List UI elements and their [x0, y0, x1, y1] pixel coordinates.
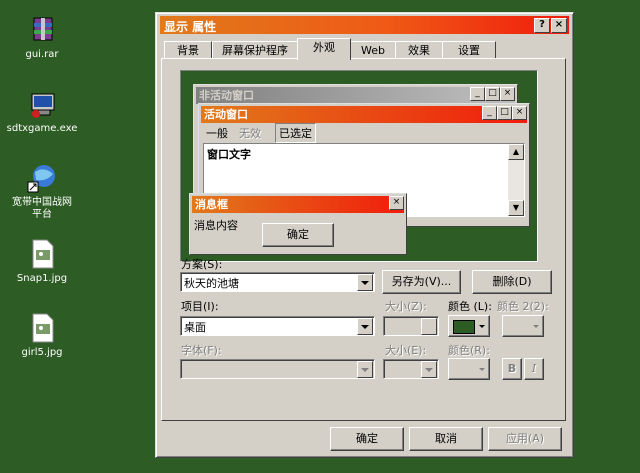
- preview-active-title: 活动窗口: [204, 108, 248, 121]
- preview-close-icon: ×: [512, 106, 527, 120]
- chevron-down-icon[interactable]: [357, 318, 373, 335]
- font-size-select[interactable]: [383, 359, 439, 379]
- application-icon: [26, 88, 58, 120]
- desktop-icon-broadband[interactable]: 宽带中国战网平台: [0, 162, 87, 221]
- apply-button[interactable]: 应用(A): [488, 427, 562, 451]
- scheme-select[interactable]: 秋天的池塘: [180, 272, 375, 292]
- preview-message-box[interactable]: 消息框 × 消息内容 确定: [189, 193, 407, 255]
- item-value: 桌面: [184, 321, 206, 334]
- font-color-label: 颜色(R):: [448, 344, 490, 357]
- scroll-down-icon: ▼: [508, 200, 524, 216]
- preview-close-icon: ×: [500, 87, 515, 101]
- preview-active-titlebar: 活动窗口: [201, 106, 527, 123]
- chevron-down-icon[interactable]: [357, 361, 373, 378]
- network-shortcut-icon: [26, 162, 58, 194]
- preview-msgbox-title: 消息框: [195, 198, 228, 211]
- italic-button[interactable]: I: [524, 358, 544, 380]
- desktop-icon-girl5[interactable]: girl5.jpg: [0, 312, 87, 359]
- preview-close-icon: ×: [389, 196, 404, 210]
- tab-web[interactable]: Web: [350, 41, 396, 59]
- tab-screensaver[interactable]: 屏幕保护程序: [212, 41, 298, 59]
- appearance-preview[interactable]: 非活动窗口 _ □ × 活动窗口 _ □ × 一般 无效 已选定 窗口文字 ▲ …: [180, 70, 538, 262]
- chevron-down-icon[interactable]: [357, 274, 373, 291]
- preview-msgbox-titlebar: 消息框: [192, 196, 404, 213]
- desktop-icon-sdtxgame[interactable]: sdtxgame.exe: [0, 88, 87, 135]
- cancel-button[interactable]: 取消: [409, 427, 483, 451]
- desktop-icon-label: 宽带中国战网平台: [12, 197, 72, 220]
- desktop-icon-label: gui.rar: [25, 49, 59, 60]
- item-select[interactable]: 桌面: [180, 316, 375, 336]
- scheme-label: 方案(S):: [181, 258, 223, 271]
- desktop-icon-label: sdtxgame.exe: [6, 123, 78, 134]
- ok-button[interactable]: 确定: [330, 427, 404, 451]
- chevron-down-icon: [533, 325, 539, 328]
- item-label: 项目(I):: [181, 300, 219, 313]
- close-button[interactable]: ×: [551, 18, 567, 33]
- spinner-icon: [421, 318, 437, 335]
- desktop-icon-label: Snap1.jpg: [16, 273, 68, 284]
- preview-maximize-icon: □: [497, 106, 512, 120]
- font-select[interactable]: [180, 359, 375, 379]
- item-color2-button[interactable]: [502, 315, 544, 337]
- window-title: 显示 属性: [164, 20, 217, 34]
- scroll-up-icon: ▲: [508, 144, 524, 160]
- bold-button[interactable]: B: [502, 358, 522, 380]
- font-color-button[interactable]: [448, 358, 490, 380]
- help-button[interactable]: ?: [534, 18, 550, 33]
- tab-appearance[interactable]: 外观: [297, 38, 351, 60]
- preview-maximize-icon: □: [485, 87, 500, 101]
- item-color2-label: 颜色 2(2):: [497, 300, 549, 313]
- tab-background[interactable]: 背景: [164, 41, 212, 59]
- item-size-spinner[interactable]: [383, 316, 439, 336]
- preview-msgbox-ok-button[interactable]: 确定: [262, 223, 334, 247]
- tab-settings[interactable]: 设置: [442, 41, 496, 59]
- preview-inactive-titlebar: 非活动窗口: [196, 87, 515, 104]
- tab-effects[interactable]: 效果: [395, 41, 443, 59]
- chevron-down-icon: [479, 368, 485, 371]
- desktop-icon-gui-rar[interactable]: gui.rar: [0, 14, 87, 61]
- preview-window-text: 窗口文字: [207, 148, 251, 161]
- preview-inactive-title: 非活动窗口: [199, 89, 254, 102]
- item-size-label: 大小(Z):: [385, 300, 427, 313]
- preview-msgbox-text: 消息内容: [194, 219, 238, 232]
- preview-minimize-icon: _: [482, 106, 497, 120]
- color-swatch: [453, 320, 475, 334]
- preview-minimize-icon: _: [470, 87, 485, 101]
- font-size-label: 大小(E):: [385, 344, 427, 357]
- archive-icon: [26, 14, 58, 46]
- item-color-button[interactable]: [448, 315, 490, 337]
- image-file-icon: [26, 312, 58, 344]
- item-color-label: 颜色 (L):: [448, 300, 492, 313]
- preview-menu-disabled: 无效: [239, 127, 261, 140]
- desktop-icon-label: girl5.jpg: [21, 347, 63, 358]
- font-label: 字体(F):: [181, 344, 222, 357]
- desktop-icon-snap1[interactable]: Snap1.jpg: [0, 238, 87, 285]
- preview-menu-normal: 一般: [206, 127, 228, 140]
- save-as-button[interactable]: 另存为(V)...: [382, 270, 461, 294]
- delete-button[interactable]: 删除(D): [472, 270, 552, 294]
- display-properties-window: 显示 属性 ? × 背景 屏幕保护程序 外观 Web 效果 设置 非活动窗口 _…: [155, 12, 574, 458]
- title-bar[interactable]: 显示 属性 ? ×: [160, 16, 569, 34]
- preview-scrollbar: ▲ ▼: [508, 144, 524, 216]
- chevron-down-icon: [479, 325, 485, 328]
- image-file-icon: [26, 238, 58, 270]
- scheme-value: 秋天的池塘: [184, 277, 239, 290]
- preview-menu-selected: 已选定: [275, 123, 316, 143]
- chevron-down-icon[interactable]: [421, 361, 437, 378]
